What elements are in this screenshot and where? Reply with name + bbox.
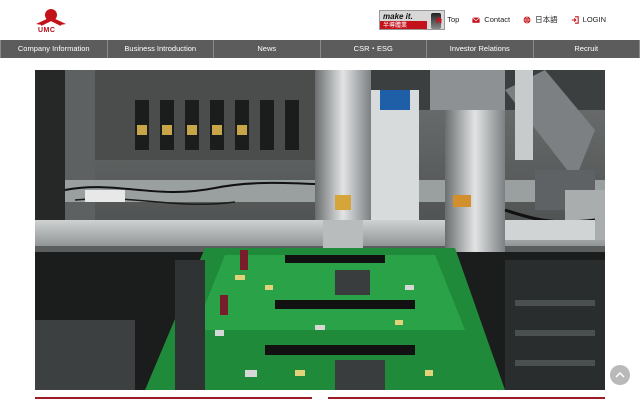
- section-divider-left: [35, 397, 312, 399]
- top-link-top[interactable]: Top: [435, 15, 459, 24]
- top-link-login[interactable]: LOGIN: [571, 15, 606, 24]
- top-link-language[interactable]: 日本語: [523, 14, 558, 25]
- nav-recruit[interactable]: Recruit: [534, 40, 640, 58]
- banner-subtitle: 半導體業: [383, 23, 408, 29]
- main-nav: Company Information Business Introductio…: [0, 40, 640, 58]
- chevron-up-icon: [615, 371, 625, 378]
- logo-text: UMC: [38, 27, 56, 34]
- top-link-label: Contact: [484, 15, 511, 24]
- top-link-label: 日本語: [535, 15, 558, 24]
- nav-company-information[interactable]: Company Information: [0, 40, 108, 58]
- top-link-contact[interactable]: Contact: [472, 15, 510, 24]
- mail-icon: [472, 16, 481, 23]
- globe-icon: [523, 16, 531, 23]
- nav-csr-esg[interactable]: CSR・ESG: [321, 40, 427, 58]
- top-link-label: Top: [447, 15, 460, 24]
- section-divider-right: [328, 397, 605, 399]
- top-link-label: LOGIN: [582, 15, 606, 24]
- home-icon: [436, 16, 443, 23]
- nav-investor-relations[interactable]: Investor Relations: [427, 40, 534, 58]
- nav-news[interactable]: News: [214, 40, 321, 58]
- header: UMC make it. 半導體業 Top Contact 日本語 LOGIN: [0, 0, 640, 40]
- top-links: Top Contact 日本語 LOGIN: [435, 14, 606, 25]
- hero-image: [35, 70, 605, 390]
- login-icon: [571, 15, 579, 24]
- nav-business-introduction[interactable]: Business Introduction: [108, 40, 214, 58]
- scroll-to-top-button[interactable]: [610, 365, 630, 385]
